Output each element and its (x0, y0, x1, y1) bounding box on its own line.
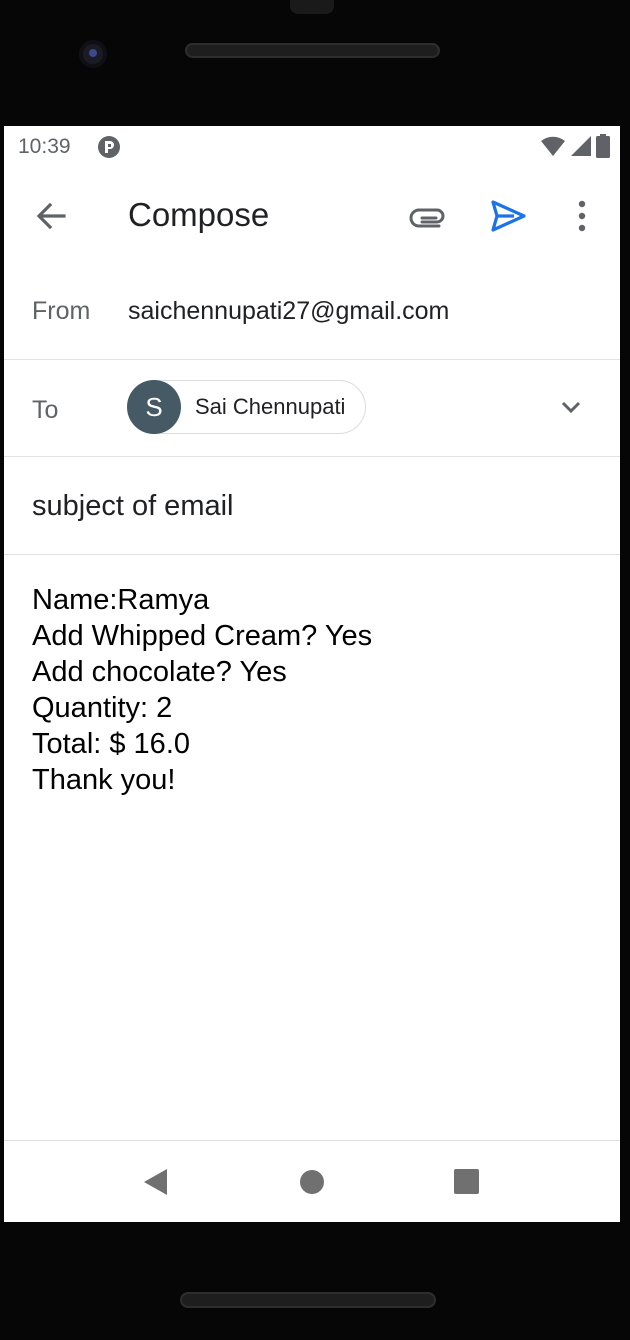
app-bar: Compose (4, 170, 620, 262)
recipient-name: Sai Chennupati (195, 394, 346, 419)
nav-recents-icon[interactable] (453, 1168, 480, 1195)
app-notification-icon (98, 136, 120, 158)
body-line: Quantity: 2 (32, 692, 173, 724)
more-vert-icon[interactable] (570, 196, 594, 236)
navigation-bar (4, 1140, 620, 1222)
back-arrow-icon[interactable] (32, 198, 72, 234)
status-time: 10:39 (18, 135, 71, 158)
to-label: To (32, 396, 59, 424)
body-text: Name:Ramya Add Whipped Cream? Yes Add ch… (32, 582, 372, 798)
front-camera-icon (79, 40, 107, 68)
status-bar: 10:39 (4, 126, 620, 170)
status-icons (540, 134, 610, 158)
subject-field[interactable]: subject of email (4, 457, 620, 555)
body-line: Total: $ 16.0 (32, 728, 190, 760)
from-label: From (32, 297, 91, 325)
device-notch (290, 0, 334, 14)
from-account[interactable]: saichennupati27@gmail.com (128, 297, 449, 326)
chevron-down-icon[interactable] (556, 392, 586, 422)
screen: 10:39 Compose From saichennupati27@gmail… (4, 126, 620, 1222)
to-row[interactable]: To S Sai Chennupati (4, 360, 620, 457)
attachment-icon[interactable] (408, 198, 448, 234)
subject-value: subject of email (32, 490, 234, 522)
body-line: Add chocolate? Yes (32, 656, 287, 688)
from-row: From saichennupati27@gmail.com (4, 262, 620, 360)
send-icon[interactable] (488, 196, 528, 236)
bottom-speaker (180, 1292, 436, 1308)
recipient-chip[interactable]: S Sai Chennupati (127, 380, 367, 434)
nav-home-icon[interactable] (299, 1169, 325, 1195)
body-line: Name:Ramya (32, 584, 210, 616)
cell-signal-icon (571, 136, 591, 156)
nav-back-icon[interactable] (141, 1167, 169, 1197)
page-title: Compose (128, 196, 270, 233)
earpiece-speaker (185, 43, 440, 58)
battery-icon (596, 134, 610, 158)
device-frame: 10:39 Compose From saichennupati27@gmail… (0, 0, 630, 1340)
email-body[interactable]: Name:Ramya Add Whipped Cream? Yes Add ch… (4, 555, 620, 1140)
body-line: Thank you! (32, 764, 176, 796)
avatar: S (127, 380, 181, 434)
body-line: Add Whipped Cream? Yes (32, 620, 373, 652)
wifi-icon (541, 136, 565, 156)
